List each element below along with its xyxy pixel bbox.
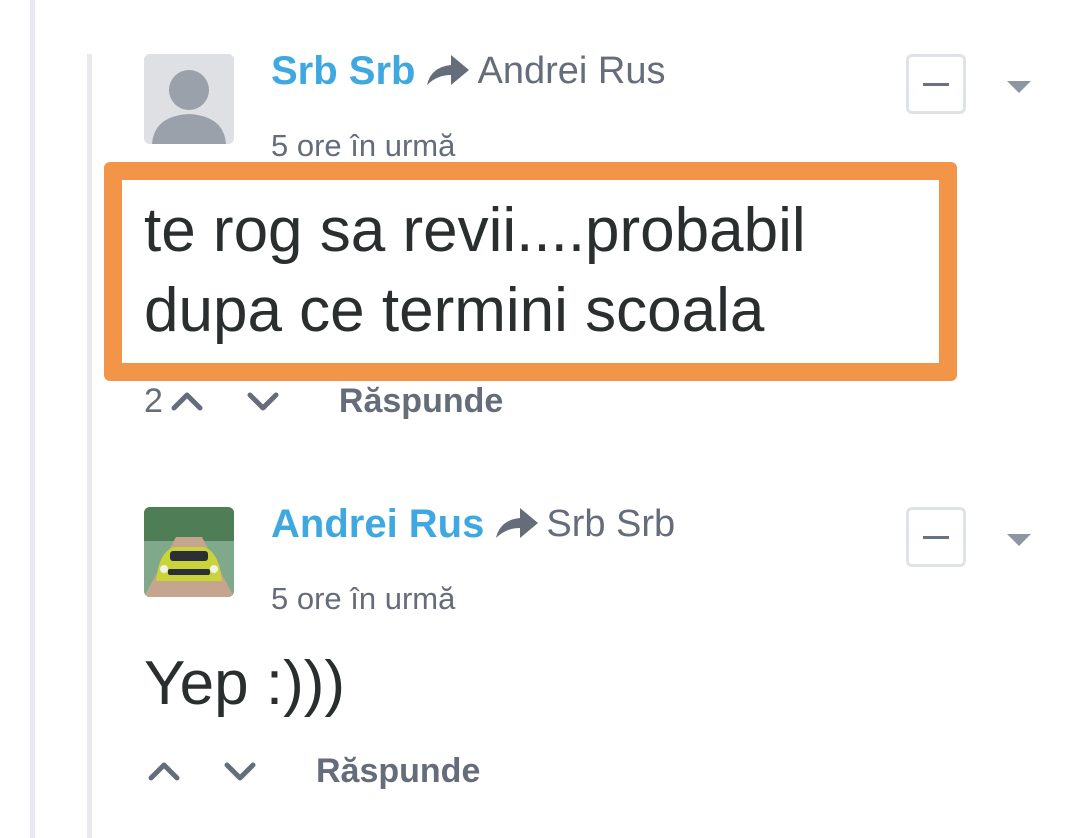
chevron-down-icon [247,392,279,411]
minus-icon [923,535,949,539]
reply-button[interactable]: Răspunde [339,382,503,421]
author-name[interactable]: Andrei Rus [271,502,484,547]
author-name[interactable]: Srb Srb [271,49,415,94]
recipient-name[interactable]: Srb Srb [546,503,675,546]
collapse-button[interactable] [906,54,966,114]
chevron-down-icon[interactable] [1005,78,1033,96]
comment-body: Yep :))) [144,649,346,718]
comment-header: Andrei Rus Srb Srb [271,497,675,551]
recipient-name[interactable]: Andrei Rus [477,50,665,93]
thread-line-outer [30,0,35,838]
share-arrow-icon [496,508,539,538]
comment-header: Srb Srb Andrei Rus [271,44,665,98]
share-arrow-icon [427,55,470,85]
chevron-up-icon [171,392,203,411]
reply-button[interactable]: Răspunde [316,752,480,791]
thread-line-inner [87,54,92,838]
default-avatar-icon [144,54,234,144]
chevron-down-icon [224,762,256,781]
downvote-button[interactable] [243,378,283,424]
vote-count: 2 [144,381,163,420]
chevron-down-icon[interactable] [1005,531,1033,549]
upvote-button[interactable] [144,748,184,794]
avatar[interactable] [144,54,234,144]
timestamp[interactable]: 5 ore în urmă [271,581,455,617]
minus-icon [923,82,949,86]
chevron-up-icon [148,762,180,781]
upvote-button[interactable] [167,378,207,424]
comment-footer: Răspunde [144,748,480,794]
comment-footer: 2 Răspunde [144,378,503,424]
car-photo-avatar-icon [144,507,234,597]
collapse-button[interactable] [906,507,966,567]
avatar[interactable] [144,507,234,597]
timestamp[interactable]: 5 ore în urmă [271,128,455,164]
downvote-button[interactable] [220,748,260,794]
comment-body: te rog sa revii....probabil dupa ce term… [144,196,806,345]
